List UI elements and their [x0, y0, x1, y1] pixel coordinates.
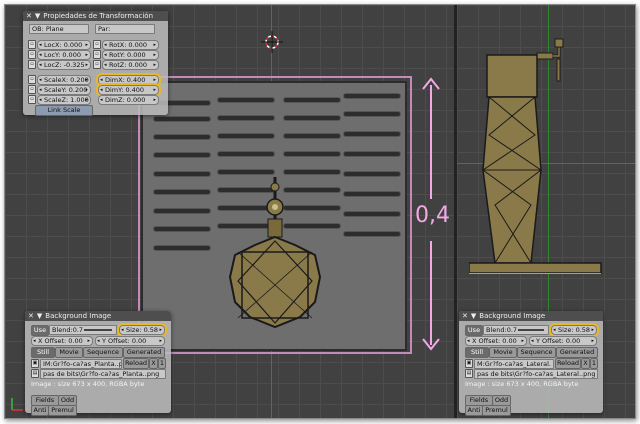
dimension-line-top: [430, 85, 432, 199]
close-icon[interactable]: ✕: [462, 312, 468, 320]
axis-gizmo-icon: [11, 398, 23, 411]
plane-edge-line: [469, 273, 601, 274]
reload-button[interactable]: Reload: [123, 358, 149, 369]
side-viewport[interactable]: ✕ ▼ Background Image Use Blend:0.7 ◂ Size…: [457, 5, 635, 418]
lock-icon[interactable]: ▫: [28, 75, 36, 84]
lock-icon[interactable]: ▫: [93, 40, 101, 49]
use-button[interactable]: Use: [31, 325, 49, 336]
blend-slider[interactable]: Blend:0.7: [49, 325, 117, 335]
blend-slider[interactable]: Blend:0.7: [483, 325, 549, 335]
reload-button[interactable]: Reload: [555, 358, 581, 369]
premul-button[interactable]: Premul: [48, 405, 77, 416]
image-browse-icon[interactable]: ▣: [31, 359, 39, 368]
collapse-icon[interactable]: ▼: [37, 312, 42, 320]
link-scale-button[interactable]: Link Scale: [35, 105, 93, 116]
users-count: 1: [158, 358, 166, 369]
fixture-top-view: [228, 177, 322, 329]
tab-generated[interactable]: Generated: [123, 347, 165, 358]
anti-button[interactable]: Anti: [31, 405, 49, 416]
locx-field[interactable]: ◂ LocX: 0.000 ▸: [37, 40, 91, 50]
close-icon[interactable]: ✕: [28, 312, 34, 320]
dimension-line-bottom: [430, 241, 432, 345]
file-browse-icon[interactable]: ▤: [31, 369, 39, 378]
dimz-field[interactable]: ◂ DimZ: 0.000 ▸: [98, 95, 159, 105]
top-viewport[interactable]: 0,4 ✕ ▼ Propiedades de Transformación OB…: [5, 5, 454, 418]
parent-field[interactable]: Par:: [95, 24, 155, 34]
tab-movie[interactable]: Movie: [55, 347, 83, 358]
dimx-field[interactable]: ◂ DimX: 0.400 ▸: [96, 73, 161, 87]
y-offset-field[interactable]: ◂ Y Offset: 0.00 ▸: [529, 336, 597, 346]
unlink-image-button[interactable]: X: [581, 358, 590, 369]
collapse-icon[interactable]: ▼: [471, 312, 476, 320]
image-browse-icon[interactable]: ▣: [465, 359, 473, 368]
locz-field[interactable]: ◂ LocZ: -0.325 ▸: [37, 60, 91, 70]
dimension-label: 0,4: [415, 203, 450, 228]
y-offset-field[interactable]: ◂ Y Offset: 0.00 ▸: [95, 336, 165, 346]
lock-icon[interactable]: ▫: [28, 95, 36, 104]
file-browse-icon[interactable]: ▤: [465, 369, 473, 378]
size-field[interactable]: ◂ Size: 0.58 ▸: [549, 323, 599, 337]
blend-slider-track: [84, 329, 112, 331]
lock-icon[interactable]: ▫: [28, 50, 36, 59]
image-path-field[interactable]: pas de bits\Gr?fo-ca?as_Planta..png: [40, 369, 166, 379]
lock-icon[interactable]: ▫: [28, 85, 36, 94]
tab-movie[interactable]: Movie: [489, 347, 517, 358]
rotz-field[interactable]: ◂ RotZ: 0.000 ▸: [102, 60, 159, 70]
3d-cursor-icon: [261, 31, 283, 53]
collapse-icon[interactable]: ▼: [35, 12, 40, 20]
x-offset-field[interactable]: ◂ X Offset: 0.00 ▸: [31, 336, 93, 346]
panel-title: Propiedades de Transformación: [43, 12, 154, 20]
panel-title: Background Image: [479, 312, 546, 320]
scalex-field[interactable]: ◂ ScaleX: 0.200 ▸: [37, 75, 91, 85]
arrow-down-icon: [422, 338, 440, 351]
size-field[interactable]: ◂ Size: 0.58 ▸: [117, 323, 167, 337]
anti-button[interactable]: Anti: [465, 405, 483, 416]
panel-header[interactable]: ✕ ▼ Background Image: [459, 311, 603, 321]
tab-still[interactable]: Still: [31, 347, 55, 358]
tab-sequence[interactable]: Sequence: [517, 347, 556, 358]
lock-icon[interactable]: ▫: [28, 60, 36, 69]
transform-properties-panel: ✕ ▼ Propiedades de Transformación OB: Pl…: [23, 11, 168, 116]
arrow-up-icon: [422, 77, 440, 90]
rotx-field[interactable]: ◂ RotX: 0.000 ▸: [102, 40, 159, 50]
image-info-text: Image : size 673 x 400, RGBA byte: [31, 380, 145, 388]
panel-title: Background Image: [45, 312, 112, 320]
roty-field[interactable]: ◂ RotY: 0.000 ▸: [102, 50, 159, 60]
blend-slider-track: [518, 329, 544, 331]
premul-button[interactable]: Premul: [482, 405, 511, 416]
unlink-image-button[interactable]: X: [149, 358, 158, 369]
scaley-field[interactable]: ◂ ScaleY: 0.200 ▸: [37, 85, 91, 95]
lock-icon[interactable]: ▫: [93, 60, 101, 69]
panel-header[interactable]: ✕ ▼ Background Image: [25, 311, 171, 321]
panel-header[interactable]: ✕ ▼ Propiedades de Transformación: [23, 11, 168, 21]
close-icon[interactable]: ✕: [26, 12, 32, 20]
tab-still[interactable]: Still: [465, 347, 489, 358]
fixture-side-view: [469, 38, 602, 274]
dimy-field[interactable]: ◂ DimY: 0.400 ▸: [96, 83, 161, 97]
users-count: 1: [590, 358, 598, 369]
image-name-field[interactable]: IM:Gr?fo-ca?as_Planta..p: [40, 359, 122, 369]
x-offset-field[interactable]: ◂ X Offset: 0.00 ▸: [465, 336, 527, 346]
lock-icon[interactable]: ▫: [28, 40, 36, 49]
lock-icon[interactable]: ▫: [93, 50, 101, 59]
background-image-panel-right: ✕ ▼ Background Image Use Blend:0.7 ◂ Size…: [459, 311, 603, 416]
locy-field[interactable]: ◂ LocY: 0.000 ▸: [37, 50, 91, 60]
image-name-field[interactable]: M:Gr?fo-ca?as_Lateral.: [474, 359, 554, 369]
scalez-field[interactable]: ◂ ScaleZ: 1.000 ▸: [37, 95, 91, 105]
object-name-field[interactable]: OB: Plane: [29, 24, 89, 34]
image-path-field[interactable]: pas de bits\Gr?fo-ca?as_Lateral..png: [474, 369, 598, 379]
image-info-text: Image : size 673 x 400, RGBA byte: [465, 380, 579, 388]
use-button[interactable]: Use: [465, 325, 483, 336]
tab-sequence[interactable]: Sequence: [83, 347, 123, 358]
tab-generated[interactable]: Generated: [556, 347, 598, 358]
blender-window: 0,4 ✕ ▼ Propiedades de Transformación OB…: [4, 4, 636, 419]
background-image-panel-left: ✕ ▼ Background Image Use Blend:0.7 ◂ Size…: [25, 311, 171, 416]
